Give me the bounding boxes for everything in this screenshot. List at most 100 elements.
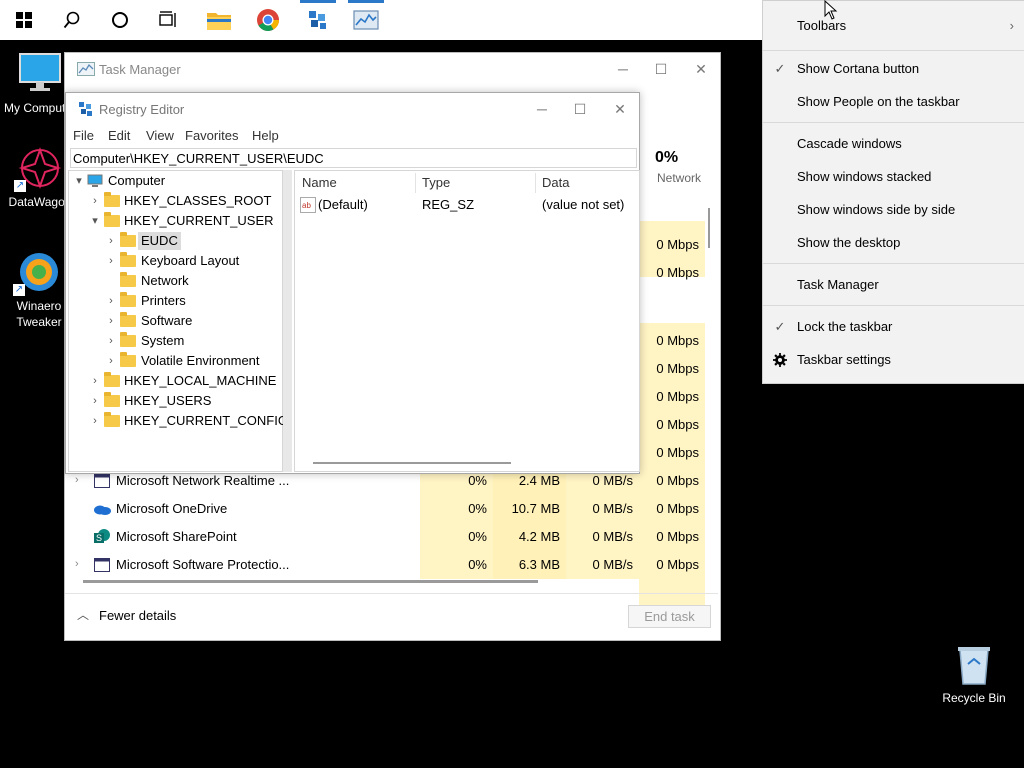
menu-item-task-manager[interactable]: Task Manager — [763, 268, 1024, 301]
minimize-button[interactable]: ─ — [522, 93, 562, 125]
address-bar[interactable]: Computer\HKEY_CURRENT_USER\EUDC — [70, 148, 637, 168]
menu-item-label: Show windows side by side — [797, 202, 956, 217]
shortcut-arrow-icon: ↗ — [14, 180, 26, 192]
process-row[interactable]: › Microsoft Software Protectio... 0% 6.3… — [65, 551, 705, 579]
gear-icon — [773, 353, 787, 367]
chevron-right-icon[interactable]: › — [105, 291, 117, 311]
cpu-value: 0% — [420, 495, 493, 523]
chevron-right-icon[interactable]: › — [89, 191, 101, 211]
close-button[interactable]: ✕ — [681, 53, 721, 85]
maximize-button[interactable]: ☐ — [560, 93, 600, 125]
cortana-button[interactable] — [98, 0, 142, 40]
svg-text:S: S — [96, 533, 102, 543]
chevron-up-icon: ︿ — [77, 608, 90, 622]
end-task-button[interactable]: End task — [628, 605, 711, 628]
chrome-button[interactable] — [246, 0, 290, 40]
menu-help[interactable]: Help — [252, 128, 279, 143]
file-explorer-button[interactable] — [197, 0, 241, 40]
search-button[interactable] — [50, 0, 94, 40]
start-button[interactable] — [2, 0, 46, 40]
chevron-down-icon[interactable]: ▾ — [89, 211, 101, 231]
column-divider[interactable] — [535, 173, 536, 193]
cortana-circle-icon — [112, 12, 128, 28]
menu-item-show-windows-stacked[interactable]: Show windows stacked — [763, 160, 1024, 193]
menu-item-label: Show the desktop — [797, 235, 901, 250]
network-value: 0 Mbps — [639, 495, 705, 523]
menu-item-show-the-desktop[interactable]: Show the desktop — [763, 226, 1024, 259]
chevron-down-icon[interactable]: ▾ — [73, 171, 85, 191]
network-value: 0 Mbps — [656, 333, 699, 348]
chevron-right-icon[interactable]: › — [105, 331, 117, 351]
column-header-name[interactable]: Name — [302, 175, 337, 190]
memory-value: 10.7 MB — [493, 495, 566, 523]
task-view-icon — [159, 11, 176, 27]
tree-label: Network — [141, 273, 189, 288]
tree-label-selected: EUDC — [138, 232, 181, 250]
menu-view[interactable]: View — [146, 128, 174, 143]
menu-separator — [763, 122, 1024, 123]
datawagon-icon: ↗ — [14, 146, 62, 192]
close-button[interactable]: ✕ — [600, 93, 640, 125]
registry-editor-title: Registry Editor — [99, 102, 185, 117]
menu-item-label: Show windows stacked — [797, 169, 932, 184]
network-value: 0 Mbps — [656, 445, 699, 460]
column-header-type[interactable]: Type — [422, 175, 450, 190]
column-divider[interactable] — [415, 173, 416, 193]
menu-item-label: Show Cortana button — [797, 61, 920, 76]
folder-icon — [120, 272, 136, 287]
expand-chevron-icon[interactable]: › — [75, 558, 79, 570]
pane-splitter[interactable] — [283, 170, 292, 472]
value-row[interactable]: ab (Default) REG_SZ (value not set) — [295, 195, 635, 215]
mouse-cursor-icon — [824, 0, 838, 20]
registry-editor-icon — [309, 11, 326, 29]
vertical-scrollbar[interactable] — [706, 208, 712, 592]
expand-chevron-icon[interactable]: › — [75, 474, 79, 486]
menu-item-lock-the-taskbar[interactable]: ✓ Lock the taskbar — [763, 310, 1024, 343]
registry-editor-window: Registry Editor ─ ☐ ✕ File Edit View Fav… — [65, 92, 640, 474]
column-header-data[interactable]: Data — [542, 175, 569, 190]
desktop-icon-label: DataWagon — [8, 195, 72, 209]
menu-item-show-people[interactable]: Show People on the taskbar — [763, 85, 1024, 118]
chevron-right-icon[interactable]: › — [105, 231, 117, 251]
chevron-right-icon[interactable]: › — [89, 391, 101, 411]
process-name: Microsoft Software Protectio... — [116, 557, 290, 572]
menu-separator — [763, 305, 1024, 306]
network-value: 0 Mbps — [656, 389, 699, 404]
horizontal-scrollbar[interactable] — [313, 462, 511, 464]
folder-icon — [120, 232, 136, 247]
task-view-button[interactable] — [146, 0, 190, 40]
horizontal-scrollbar[interactable] — [83, 580, 538, 583]
process-name: Microsoft Network Realtime ... — [116, 473, 290, 488]
process-row[interactable]: Microsoft OneDrive 0% 10.7 MB 0 MB/s 0 M… — [65, 495, 705, 523]
network-value: 0 Mbps — [639, 523, 705, 551]
process-row[interactable]: S Microsoft SharePoint 0% 4.2 MB 0 MB/s … — [65, 523, 705, 551]
menu-item-cascade-windows[interactable]: Cascade windows — [763, 127, 1024, 160]
desktop-icon-recycle-bin[interactable]: Recycle Bin — [934, 642, 1014, 706]
sharepoint-icon: S — [94, 529, 110, 543]
registry-editor-button[interactable] — [296, 0, 340, 40]
menu-favorites[interactable]: Favorites — [185, 128, 238, 143]
menu-item-toolbars[interactable]: Toolbars › — [763, 9, 1024, 42]
minimize-button[interactable]: ─ — [603, 53, 643, 85]
menu-edit[interactable]: Edit — [108, 128, 130, 143]
chevron-right-icon[interactable]: › — [89, 411, 101, 431]
value-data: (value not set) — [542, 197, 625, 212]
desktop-icon-label: Winaero Tweaker — [16, 299, 62, 329]
winaero-tweaker-icon: ↗ — [13, 250, 61, 296]
checkmark-icon: ✓ — [774, 61, 786, 76]
menu-item-show-cortana-button[interactable]: ✓ Show Cortana button — [763, 52, 1024, 85]
task-manager-title: Task Manager — [99, 62, 181, 77]
task-manager-button[interactable] — [344, 0, 388, 40]
chevron-right-icon[interactable]: › — [89, 371, 101, 391]
chevron-right-icon[interactable]: › — [105, 311, 117, 331]
menu-item-show-windows-side-by-side[interactable]: Show windows side by side — [763, 193, 1024, 226]
network-value: 0 Mbps — [639, 467, 705, 495]
chevron-right-icon[interactable]: › — [105, 251, 117, 271]
folder-icon — [120, 312, 136, 327]
checkmark-icon: ✓ — [774, 319, 786, 334]
maximize-button[interactable]: ☐ — [641, 53, 681, 85]
menu-file[interactable]: File — [73, 128, 94, 143]
network-column-header[interactable]: Network — [657, 171, 701, 185]
menu-item-taskbar-settings[interactable]: Taskbar settings — [763, 343, 1024, 376]
chevron-right-icon[interactable]: › — [105, 351, 117, 371]
